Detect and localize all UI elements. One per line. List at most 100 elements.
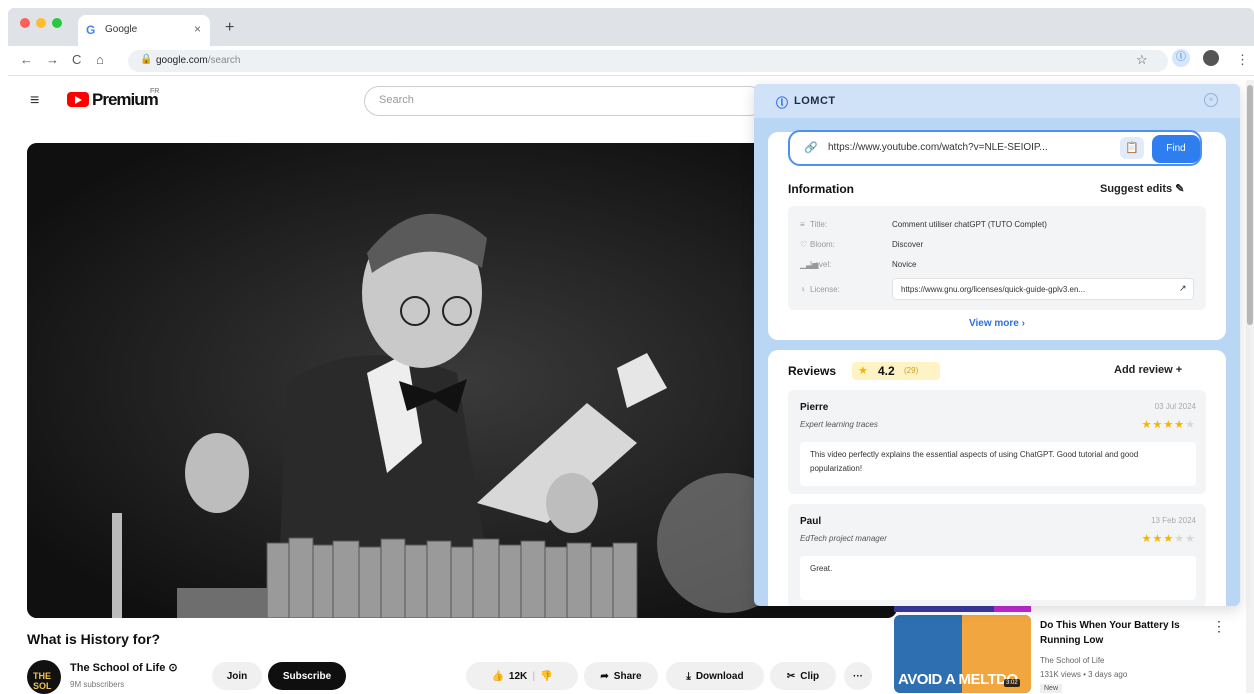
clip-button[interactable]: ✂ Clip (770, 662, 836, 690)
clip-label: Clip (800, 670, 820, 682)
lomct-logo-icon: ⓛ (776, 96, 789, 110)
scrollbar-thumb[interactable] (1247, 85, 1253, 325)
level-label: Level: (810, 260, 832, 269)
thumbs-up-icon[interactable]: 👍 (491, 671, 503, 682)
suggest-edits-button[interactable]: Suggest edits ✎ (1100, 182, 1184, 195)
title-icon: ≡ (800, 220, 805, 229)
download-icon: ⤓ (686, 670, 691, 682)
review-text: Great. (800, 556, 1196, 600)
link-icon: 🔗 (804, 142, 818, 154)
forward-arrow-icon[interactable]: → (46, 52, 59, 67)
join-button[interactable]: Join (212, 662, 262, 690)
recommendation-thumbnail[interactable]: AVOID A MELTDO 3:02 (894, 615, 1031, 693)
like-dislike-group: 👍 12K | 👎 (466, 662, 578, 690)
tab-title: Google (105, 24, 138, 35)
share-button[interactable]: ➦ Share (584, 662, 658, 690)
verified-check-icon: ⊙ (168, 662, 178, 674)
like-divider: | (532, 670, 536, 682)
recommendation-channel[interactable]: The School of Life (1040, 656, 1104, 665)
average-rating: 4.2 (878, 364, 895, 378)
title-value: Comment utiliser chatGPT (TUTO Complet) (892, 220, 1047, 229)
title-label: Title: (810, 220, 828, 229)
close-panel-icon[interactable]: × (1204, 93, 1218, 107)
youtube-logo-icon[interactable] (67, 92, 89, 107)
new-badge: New (1040, 684, 1063, 693)
review-text: This video perfectly explains the essent… (800, 442, 1196, 486)
lomct-extension-panel: ⓛ LOMCT × 🔗 https://www.youtube.com/watc… (754, 84, 1240, 606)
license-label: License: (810, 285, 840, 294)
youtube-premium-text: Premium (92, 90, 159, 109)
review-item: Paul 13 Feb 2024 EdTech project manager … (788, 504, 1206, 606)
pencil-icon: ✎ (1175, 183, 1185, 195)
video-title: What is History for? (27, 631, 161, 647)
suggest-edits-label: Suggest edits (1100, 183, 1173, 195)
subscribe-label: Subscribe (282, 670, 332, 682)
review-count: (29) (904, 366, 919, 375)
lomct-extension-icon[interactable]: ⓛ (1172, 49, 1190, 67)
youtube-search-input[interactable]: Search (364, 86, 764, 116)
url-path: /search (207, 55, 241, 66)
search-placeholder: Search (379, 94, 414, 106)
close-tab-icon[interactable]: × (194, 22, 201, 36)
channel-avatar[interactable]: THE SOL (27, 660, 61, 694)
license-link[interactable]: https://www.gnu.org/licenses/quick-guide… (892, 278, 1194, 300)
bloom-icon: ♡ (800, 240, 808, 249)
browser-tab[interactable]: G Google × (78, 15, 210, 46)
thumbs-down-icon[interactable]: 👎 (540, 671, 552, 682)
rating-badge: ★ 4.2 (29) (852, 362, 940, 380)
license-icon: ♀ (800, 285, 806, 294)
information-heading: Information (788, 182, 854, 196)
subscribe-button[interactable]: Subscribe (268, 662, 346, 690)
maximize-window-button[interactable] (52, 18, 62, 28)
video-duration: 3:02 (1004, 679, 1020, 687)
download-label: Download (695, 670, 744, 682)
find-button[interactable]: Find (1152, 135, 1200, 163)
review-item: Pierre 03 Jul 2024 Expert learning trace… (788, 390, 1206, 494)
review-stars: ★★★★★ (1141, 419, 1196, 431)
join-label: Join (226, 670, 248, 682)
channel-name[interactable]: The School of Life (70, 662, 165, 674)
subscriber-count: 9M subscribers (70, 680, 125, 689)
new-tab-button[interactable]: + (225, 19, 234, 37)
page-scrollbar[interactable] (1246, 80, 1254, 693)
reviewer-name: Paul (800, 516, 822, 527)
add-review-button[interactable]: Add review + (1114, 364, 1182, 376)
reviews-card: Reviews ★ 4.2 (29) Add review + Pierre 0… (768, 350, 1226, 606)
recommendation-menu-icon[interactable]: ⋮ (1212, 618, 1226, 635)
open-external-icon[interactable]: ↗ (1179, 283, 1187, 294)
information-table: ≡ Title: Comment utiliser chatGPT (TUTO … (788, 206, 1206, 310)
recommendation-meta: 131K views • 3 days ago (1040, 670, 1128, 679)
bloom-value: Discover (892, 240, 924, 249)
reload-icon[interactable]: C (72, 52, 81, 67)
url-domain: google.com (156, 55, 208, 66)
review-date: 13 Feb 2024 (1151, 516, 1196, 525)
scissors-icon: ✂ (786, 670, 796, 682)
close-window-button[interactable] (20, 18, 30, 28)
browser-menu-icon[interactable]: ⋮ (1236, 52, 1249, 68)
reviewer-name: Pierre (800, 402, 829, 413)
home-icon[interactable]: ⌂ (96, 52, 104, 67)
thumbnail-caption: AVOID A MELTDO (898, 671, 1018, 688)
back-arrow-icon[interactable]: ← (20, 52, 33, 67)
more-actions-button[interactable]: ··· (844, 662, 872, 690)
menu-icon[interactable]: ≡ (30, 92, 39, 110)
panel-header: ⓛ LOMCT × (754, 84, 1240, 118)
star-icon: ★ (858, 365, 868, 377)
video-url-value[interactable]: https://www.youtube.com/watch?v=NLE-SEIO… (828, 142, 1108, 153)
recommendation-title[interactable]: Do This When Your Battery Is Running Low (1040, 618, 1200, 648)
minimize-window-button[interactable] (36, 18, 46, 28)
reviewer-role: EdTech project manager (800, 534, 887, 543)
url-field[interactable]: 🔒 google.com/search (128, 50, 1168, 72)
share-label: Share (613, 670, 642, 682)
video-url-input[interactable]: 🔗 https://www.youtube.com/watch?v=NLE-SE… (788, 130, 1202, 166)
information-card: 🔗 https://www.youtube.com/watch?v=NLE-SE… (768, 130, 1226, 340)
bookmark-star-icon[interactable]: ☆ (1136, 52, 1148, 68)
bloom-label: Bloom: (810, 240, 835, 249)
profile-avatar[interactable] (1203, 50, 1219, 66)
paste-clipboard-button[interactable]: 📋 (1120, 137, 1144, 159)
channel-avatar-text: THE SOL (33, 671, 52, 691)
download-button[interactable]: ⤓ Download (666, 662, 764, 690)
like-count[interactable]: 12K (509, 671, 527, 682)
view-more-link[interactable]: View more › (768, 318, 1226, 329)
license-value: https://www.gnu.org/licenses/quick-guide… (901, 285, 1086, 294)
